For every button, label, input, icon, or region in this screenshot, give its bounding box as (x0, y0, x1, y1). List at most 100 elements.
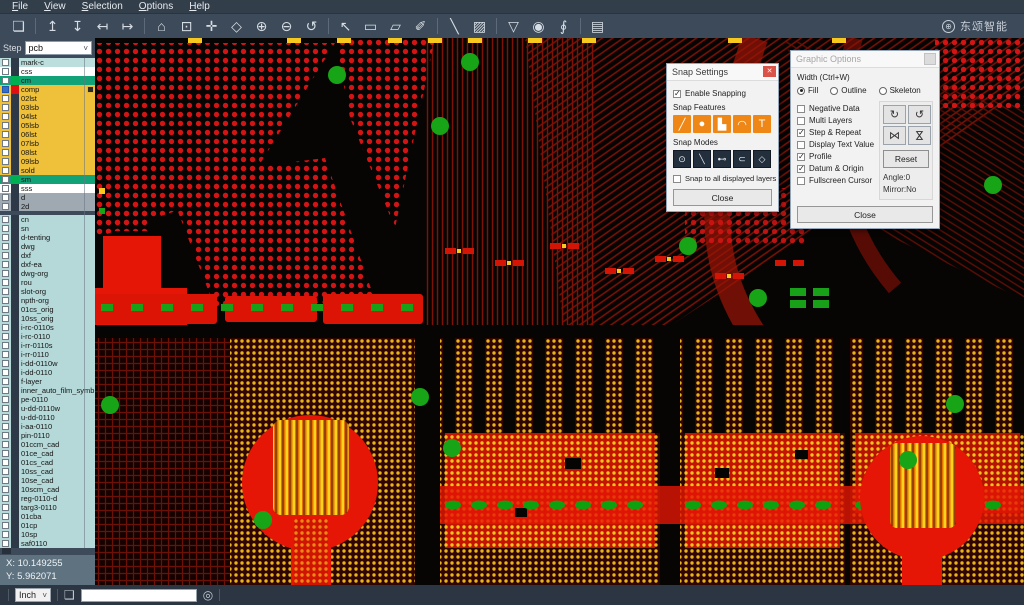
enable-snapping-checkbox[interactable] (673, 90, 681, 98)
filter-icon[interactable]: ▽ (501, 16, 526, 36)
layer-row-10ss-cad[interactable]: 10ss_cad (0, 467, 95, 476)
layer-row-npth-org[interactable]: npth-org (0, 296, 95, 305)
layer-visibility-checkbox[interactable] (2, 59, 9, 66)
layer-visibility-checkbox[interactable] (2, 504, 9, 511)
rotate-cw-icon[interactable]: ↻ (883, 105, 906, 124)
layer-visibility-checkbox[interactable] (2, 414, 9, 421)
layer-row-pin-0110[interactable]: pin-0110 (0, 431, 95, 440)
option-multi-layers[interactable]: Multi Layers (797, 116, 879, 125)
option-checkbox[interactable] (797, 141, 805, 149)
layer-row-i-rr-0110[interactable]: i-rr-0110 (0, 350, 95, 359)
layer-visibility-checkbox[interactable] (2, 216, 9, 223)
layer-row-09lsb[interactable]: 09lsb (0, 157, 95, 166)
layer-row-02lst[interactable]: 02lst (0, 94, 95, 103)
radio-outline[interactable]: Outline (830, 86, 866, 95)
layer-visibility-checkbox[interactable] (2, 333, 9, 340)
step-dropdown[interactable]: pcb ˅ (25, 41, 92, 55)
enable-snapping-option[interactable]: Enable Snapping (673, 89, 772, 98)
layer-visibility-checkbox[interactable] (2, 140, 9, 147)
option-checkbox[interactable] (797, 177, 805, 185)
layer-row-sn[interactable]: sn (0, 224, 95, 233)
previous-step-icon[interactable]: ↤ (90, 16, 115, 36)
layer-visibility-checkbox[interactable] (2, 396, 9, 403)
snap-surface-icon[interactable]: ▙ (713, 115, 731, 133)
layer-row-01cba[interactable]: 01cba (0, 512, 95, 521)
layer-row-i-rr-0110s[interactable]: i-rr-0110s (0, 341, 95, 350)
layer-visibility-checkbox[interactable] (2, 95, 9, 102)
layer-row-dxf[interactable]: dxf (0, 251, 95, 260)
layer-visibility-checkbox[interactable] (2, 450, 9, 457)
close-icon[interactable]: ✕ (763, 66, 776, 77)
layer-row-i-aa-0110[interactable]: i-aa-0110 (0, 422, 95, 431)
layer-row-08lst[interactable]: 08lst (0, 148, 95, 157)
layer-row-sold[interactable]: sold (0, 166, 95, 175)
next-step-icon[interactable]: ↦ (115, 16, 140, 36)
polygon-select-icon[interactable]: ▱ (383, 16, 408, 36)
layer-row-cm[interactable]: cm (0, 76, 95, 85)
layer-visibility-checkbox[interactable] (2, 432, 9, 439)
snap-key-icon[interactable]: ⊷ (713, 150, 731, 168)
zoom-previous-icon[interactable]: ↺ (299, 16, 324, 36)
layer-visibility-checkbox[interactable] (2, 131, 9, 138)
layer-visibility-checkbox[interactable] (2, 306, 9, 313)
layer-visibility-checkbox[interactable] (2, 486, 9, 493)
option-datum-origin[interactable]: Datum & Origin (797, 164, 879, 173)
option-checkbox[interactable] (797, 105, 805, 113)
layer-row-inner-auto-film-symb[interactable]: inner_auto_film_symb (0, 386, 95, 395)
measure-line-icon[interactable]: ╲ (442, 16, 467, 36)
layer-visibility-checkbox[interactable] (2, 252, 9, 259)
option-checkbox[interactable] (797, 165, 805, 173)
reset-button[interactable]: Reset (883, 150, 929, 168)
zoom-window-icon[interactable]: ⊡ (174, 16, 199, 36)
layer-row-slot-org[interactable]: slot-org (0, 287, 95, 296)
zoom-out-icon[interactable]: ⊖ (274, 16, 299, 36)
apply-circle-icon[interactable]: ◎ (203, 588, 213, 602)
layer-visibility-checkbox[interactable] (2, 234, 9, 241)
unit-dropdown[interactable]: Inch ˅ (15, 588, 51, 602)
layer-visibility-checkbox[interactable] (2, 194, 9, 201)
snap-settings-titlebar[interactable]: Snap Settings ✕ (667, 64, 778, 81)
layer-row-03lsb[interactable]: 03lsb (0, 103, 95, 112)
menu-item-help[interactable]: Help (181, 0, 218, 14)
layer-row-10ss-orig[interactable]: 10ss_orig (0, 314, 95, 323)
menu-item-view[interactable]: View (36, 0, 74, 14)
layer-visibility-checkbox[interactable] (2, 423, 9, 430)
option-checkbox[interactable] (797, 153, 805, 161)
layer-visibility-checkbox[interactable] (2, 149, 9, 156)
rectangle-select-icon[interactable]: ▭ (358, 16, 383, 36)
layer-row-cn[interactable]: cn (0, 215, 95, 224)
layer-visibility-checkbox[interactable] (2, 225, 9, 232)
layer-row-07lsb[interactable]: 07lsb (0, 139, 95, 148)
snap-line-icon[interactable]: ╱ (673, 115, 691, 133)
layer-visibility-checkbox[interactable] (2, 387, 9, 394)
layer-row-saf0110[interactable]: saf0110 (0, 539, 95, 548)
home-view-icon[interactable]: ⌂ (149, 16, 174, 36)
layer-visibility-checkbox[interactable] (2, 441, 9, 448)
layer-row-sm[interactable]: sm (0, 175, 95, 184)
layer-visibility-checkbox[interactable] (2, 122, 9, 129)
layer-visibility-checkbox[interactable] (2, 315, 9, 322)
layer-visibility-checkbox[interactable] (2, 203, 9, 210)
layer-row-d-tenting[interactable]: d-tenting (0, 233, 95, 242)
graphic-close-button[interactable]: Close (797, 206, 933, 223)
layer-visibility-checkbox[interactable] (2, 167, 9, 174)
layer-row-04lst[interactable]: 04lst (0, 112, 95, 121)
menu-item-options[interactable]: Options (131, 0, 181, 14)
layer-visibility-checkbox[interactable] (2, 279, 9, 286)
layer-visibility-checkbox[interactable] (2, 405, 9, 412)
layer-row-rou[interactable]: rou (0, 278, 95, 287)
option-fullscreen-cursor[interactable]: Fullscreen Cursor (797, 176, 879, 185)
export-job-icon[interactable]: ↧ (65, 16, 90, 36)
snap-nearest-icon[interactable]: ╲ (693, 150, 711, 168)
layer-visibility-checkbox[interactable] (2, 86, 9, 93)
layer-row-reg-0110-d[interactable]: reg-0110-d (0, 494, 95, 503)
import-job-icon[interactable]: ↥ (40, 16, 65, 36)
snap-all-layers-checkbox[interactable] (673, 175, 681, 183)
radio-dot[interactable] (830, 87, 838, 95)
layer-row-u-dd-0110w[interactable]: u-dd-0110w (0, 404, 95, 413)
layer-visibility-checkbox[interactable] (2, 477, 9, 484)
layer-visibility-checkbox[interactable] (2, 351, 9, 358)
radio-dot[interactable] (797, 87, 805, 95)
layer-row-i-dd-0110[interactable]: i-dd-0110 (0, 368, 95, 377)
layer-row-01cp[interactable]: 01cp (0, 521, 95, 530)
